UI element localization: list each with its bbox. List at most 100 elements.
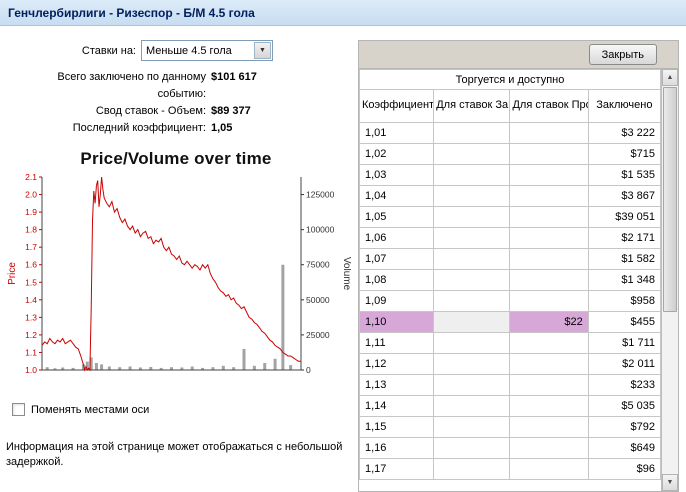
- coefficient-cell: 1,06: [359, 227, 435, 249]
- chevron-down-icon[interactable]: ▼: [254, 42, 271, 59]
- page-title: Генчлербирлиги - Ризеспор - Б/М 4.5 гола: [0, 0, 686, 26]
- coefficient-cell: 1,03: [359, 164, 435, 186]
- lay-odds-cell[interactable]: [509, 248, 589, 270]
- matched-cell: $3 867: [587, 185, 661, 207]
- back-odds-cell[interactable]: [433, 374, 511, 396]
- back-odds-cell[interactable]: [433, 122, 511, 144]
- lay-odds-cell[interactable]: [509, 206, 589, 228]
- svg-text:1.5: 1.5: [25, 277, 37, 287]
- table-row: 1,14 $5 035: [359, 395, 661, 417]
- matched-cell: $715: [587, 143, 661, 165]
- table-row: 1,03 $1 535: [359, 164, 661, 186]
- lay-odds-cell[interactable]: [509, 458, 589, 480]
- coefficient-cell: 1,01: [359, 122, 435, 144]
- back-odds-cell[interactable]: [433, 185, 511, 207]
- back-odds-cell[interactable]: [433, 353, 511, 375]
- back-odds-cell[interactable]: [433, 143, 511, 165]
- back-odds-cell[interactable]: [433, 248, 511, 270]
- back-odds-cell[interactable]: [433, 416, 511, 438]
- table-row: 1,06 $2 171: [359, 227, 661, 249]
- back-odds-cell[interactable]: [433, 458, 511, 480]
- back-odds-cell[interactable]: [433, 290, 511, 312]
- bet-on-selected-value: Меньше 4.5 гола: [146, 44, 232, 57]
- svg-text:1.8: 1.8: [25, 225, 37, 235]
- lay-odds-cell[interactable]: [509, 269, 589, 291]
- lay-odds-cell[interactable]: [509, 353, 589, 375]
- back-odds-cell[interactable]: [433, 269, 511, 291]
- last-odds-value: 1,05: [211, 122, 233, 134]
- lay-odds-cell[interactable]: [509, 290, 589, 312]
- coefficient-cell: 1,13: [359, 374, 435, 396]
- matched-cell: $1 348: [587, 269, 661, 291]
- svg-text:100000: 100000: [306, 225, 335, 235]
- svg-text:1.3: 1.3: [25, 312, 37, 322]
- back-odds-cell[interactable]: [433, 164, 511, 186]
- matched-cell: $958: [587, 290, 661, 312]
- market-summary-panel: Ставки на: Меньше 4.5 гола ▼ Всего заклю…: [6, 34, 354, 471]
- lay-odds-cell[interactable]: [509, 164, 589, 186]
- scrollbar-thumb[interactable]: [663, 87, 677, 313]
- close-button[interactable]: Закрыть: [588, 44, 657, 65]
- lay-odds-cell[interactable]: [509, 374, 589, 396]
- table-row: 1,05 $39 051: [359, 206, 661, 228]
- swap-axes-checkbox[interactable]: [12, 403, 25, 416]
- back-odds-cell[interactable]: [433, 311, 511, 333]
- svg-text:75000: 75000: [306, 260, 330, 270]
- column-header: Коэффициент: [359, 89, 435, 123]
- scroll-up-button[interactable]: ▲: [662, 69, 678, 86]
- table-row: 1,11 $1 711: [359, 332, 661, 354]
- lay-odds-cell[interactable]: $22: [509, 311, 589, 333]
- table-row: 1,04 $3 867: [359, 185, 661, 207]
- table-scrollbar[interactable]: ▲ ▼: [661, 69, 678, 491]
- back-odds-cell[interactable]: [433, 395, 511, 417]
- svg-text:1.9: 1.9: [25, 207, 37, 217]
- lay-odds-cell[interactable]: [509, 227, 589, 249]
- matched-cell: $792: [587, 416, 661, 438]
- back-odds-cell[interactable]: [433, 227, 511, 249]
- coefficient-cell: 1,04: [359, 185, 435, 207]
- svg-text:Volume: Volume: [341, 257, 351, 291]
- scroll-down-button[interactable]: ▼: [662, 474, 678, 491]
- table-row: 1,01 $3 222: [359, 122, 661, 144]
- back-odds-cell[interactable]: [433, 332, 511, 354]
- back-odds-cell[interactable]: [433, 437, 511, 459]
- table-row: 1,12 $2 011: [359, 353, 661, 375]
- svg-text:1.4: 1.4: [25, 295, 37, 305]
- coefficient-cell: 1,14: [359, 395, 435, 417]
- table-row: 1,07 $1 582: [359, 248, 661, 270]
- column-header: Для ставок За: [433, 89, 511, 123]
- coefficient-cell: 1,11: [359, 332, 435, 354]
- coefficient-cell: 1,02: [359, 143, 435, 165]
- matched-cell: $39 051: [587, 206, 661, 228]
- lay-odds-cell[interactable]: [509, 185, 589, 207]
- table-column-headers: КоэффициентДля ставок ЗаДля ставок Проти…: [359, 89, 661, 123]
- lay-odds-cell[interactable]: [509, 332, 589, 354]
- bet-on-select[interactable]: Меньше 4.5 гола ▼: [141, 40, 273, 61]
- bet-on-label: Ставки на:: [81, 44, 136, 57]
- table-row: 1,10 $22 $455: [359, 311, 661, 333]
- matched-cell: $2 171: [587, 227, 661, 249]
- scrollbar-track[interactable]: [662, 86, 678, 474]
- lay-odds-cell[interactable]: [509, 395, 589, 417]
- close-bar: Закрыть: [359, 41, 678, 69]
- lay-odds-cell[interactable]: [509, 122, 589, 144]
- odds-table-wrap: Торгуется и доступно Коэффициент Для став…: [359, 69, 661, 491]
- matched-cell: $455: [587, 311, 661, 333]
- svg-text:25000: 25000: [306, 330, 330, 340]
- coefficient-cell: 1,17: [359, 458, 435, 480]
- back-odds-cell[interactable]: [433, 206, 511, 228]
- coefficient-cell: 1,05: [359, 206, 435, 228]
- lay-odds-cell[interactable]: [509, 143, 589, 165]
- chart-title: Price/Volume over time: [80, 149, 272, 168]
- table-row: 1,02 $715: [359, 143, 661, 165]
- coefficient-cell: 1,09: [359, 290, 435, 312]
- table-row: 1,09 $958: [359, 290, 661, 312]
- lay-odds-cell[interactable]: [509, 437, 589, 459]
- svg-text:2.1: 2.1: [25, 172, 37, 182]
- svg-text:2.0: 2.0: [25, 190, 37, 200]
- matched-cell: $5 035: [587, 395, 661, 417]
- table-row: 1,08 $1 348: [359, 269, 661, 291]
- matched-cell: $233: [587, 374, 661, 396]
- lay-odds-cell[interactable]: [509, 416, 589, 438]
- matched-cell: $1 582: [587, 248, 661, 270]
